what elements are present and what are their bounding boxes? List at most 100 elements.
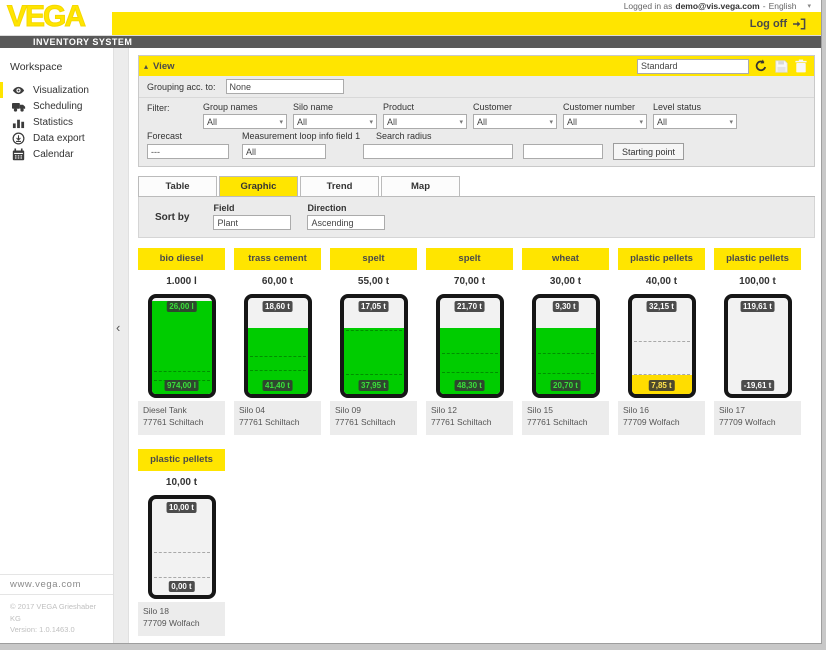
product-name: trass cement	[234, 248, 321, 270]
filter-column-level-status: Level status All▾	[653, 102, 743, 129]
filter-column-label: Customer number	[563, 102, 653, 112]
collapse-panel-icon[interactable]: ▴	[144, 62, 148, 71]
tab-trend[interactable]: Trend	[300, 176, 379, 196]
filter-column-label: Group names	[203, 102, 293, 112]
silo-graphic: 26,00 l974,00 l	[148, 294, 216, 398]
silo-card-silo-18[interactable]: plastic pellets10,00 t10,00 t0,00 tSilo …	[138, 449, 225, 636]
filter-customer-select[interactable]: All▾	[473, 114, 557, 129]
collapse-sidebar-icon[interactable]: ‹	[116, 320, 120, 335]
sidebar-collapse-strip: ‹	[113, 48, 129, 643]
silo-name: Silo 18	[143, 606, 220, 618]
save-view-icon[interactable]	[773, 58, 789, 74]
sidebar-item-scheduling[interactable]: Scheduling	[0, 98, 113, 114]
silo-card-silo-15[interactable]: wheat30,00 t9,30 t20,70 tSilo 1577761 Sc…	[522, 248, 609, 435]
silo-card-grid: bio diesel1.000 l26,00 l974,00 lDiesel T…	[138, 248, 815, 636]
reset-view-button[interactable]	[753, 58, 769, 74]
filter-column-label: Silo name	[293, 102, 383, 112]
silo-card-silo-12[interactable]: spelt70,00 t21,70 t48,30 tSilo 1277761 S…	[426, 248, 513, 435]
silo-location: 77761 Schiltach	[143, 417, 220, 429]
forecast-label: Forecast	[147, 131, 242, 141]
silo-card-silo-09[interactable]: spelt55,00 t17,05 t37,95 tSilo 0977761 S…	[330, 248, 417, 435]
app-title: INVENTORY SYSTEM	[33, 37, 132, 47]
stock-level-badge: 48,30 t	[454, 380, 485, 391]
stock-level-badge: 41,40 t	[262, 380, 293, 391]
stock-level-badge: 37,95 t	[358, 380, 389, 391]
filter-column-silo-name: Silo name All▾	[293, 102, 383, 129]
stock-level-badge: -19,61 t	[741, 380, 775, 391]
tab-graphic[interactable]: Graphic	[219, 176, 298, 196]
silo-footer: Silo 1277761 Schiltach	[426, 401, 513, 435]
delete-view-icon[interactable]	[793, 58, 809, 74]
filter-column-customer: CustomerAll▾	[473, 102, 563, 129]
silo-name: Silo 09	[335, 405, 412, 417]
radius-unit-select[interactable]	[523, 144, 603, 159]
filter-product-select[interactable]: All▾	[383, 114, 467, 129]
silo-name: Silo 16	[623, 405, 700, 417]
main-content: ▴ View Standard Grouping acc. to:	[129, 48, 821, 643]
grouping-select[interactable]: None	[226, 79, 344, 94]
logo-box[interactable]: VEGA	[0, 0, 112, 35]
sidebar-item-data-export[interactable]: Data export	[0, 130, 113, 146]
log-off-button[interactable]: Log off	[750, 18, 813, 30]
product-name: plastic pellets	[714, 248, 801, 270]
free-capacity-badge: 119,61 t	[740, 301, 775, 312]
top-strip: Logged in as demo@vis.vega.com - English…	[0, 0, 821, 12]
loop-info-select[interactable]: All	[242, 144, 326, 159]
silo-name: Silo 12	[431, 405, 508, 417]
sort-row: Sort by Field Plant Direction Ascending	[138, 197, 815, 238]
tab-bar: TableGraphicTrendMap	[138, 176, 815, 197]
eye-icon	[11, 84, 26, 97]
view-preset-select[interactable]: Standard	[637, 59, 749, 74]
log-off-icon	[791, 18, 806, 30]
copyright-block: © 2017 VEGA Grieshaber KG Version: 1.0.1…	[0, 595, 113, 635]
view-panel-header[interactable]: ▴ View Standard	[139, 56, 814, 76]
sidebar-item-visualization[interactable]: Visualization	[0, 82, 113, 98]
search-radius-label: Search radius	[376, 131, 432, 141]
silo-capacity: 70,00 t	[426, 270, 513, 294]
silo-card-silo-17[interactable]: plastic pellets100,00 t119,61 t-19,61 tS…	[714, 248, 801, 435]
sidebar-footer: www.vega.com © 2017 VEGA Grieshaber KG V…	[0, 574, 113, 635]
sidebar-item-label: Calendar	[33, 149, 74, 160]
product-name: spelt	[330, 248, 417, 270]
chevron-down-icon: ▾	[459, 118, 463, 126]
silo-graphic: 18,60 t41,40 t	[244, 294, 312, 398]
product-name: bio diesel	[138, 248, 225, 270]
silo-footer: Diesel Tank77761 Schiltach	[138, 401, 225, 435]
silo-capacity: 100,00 t	[714, 270, 801, 294]
sort-direction-select[interactable]: Ascending	[307, 215, 385, 230]
silo-card-silo-04[interactable]: trass cement60,00 t18,60 t41,40 tSilo 04…	[234, 248, 321, 435]
filter-column-group-names: Group names All▾	[203, 102, 293, 129]
product-name: plastic pellets	[138, 449, 225, 471]
starting-point-button[interactable]: Starting point	[613, 143, 684, 160]
silo-graphic: 9,30 t20,70 t	[532, 294, 600, 398]
filter-level-status-select[interactable]: All▾	[653, 114, 737, 129]
silo-capacity: 1.000 l	[138, 270, 225, 294]
workspace-label: Workspace	[0, 48, 113, 82]
sidebar-item-statistics[interactable]: Statistics	[0, 114, 113, 130]
search-radius-input[interactable]	[363, 144, 513, 159]
vega-website-link[interactable]: www.vega.com	[0, 574, 113, 595]
silo-location: 77709 Wolfach	[719, 417, 796, 429]
forecast-select[interactable]: ---	[147, 144, 229, 159]
silo-footer: Silo 1877709 Wolfach	[138, 602, 225, 636]
tab-table[interactable]: Table	[138, 176, 217, 196]
filter-column-label: Level status	[653, 102, 743, 112]
log-off-label: Log off	[750, 18, 787, 30]
logged-in-label: Logged in as	[624, 1, 673, 11]
filter-customer-number-select[interactable]: All▾	[563, 114, 647, 129]
language-select[interactable]: English	[769, 1, 797, 11]
chevron-down-icon[interactable]: ▾	[807, 2, 811, 10]
silo-card-diesel-tank[interactable]: bio diesel1.000 l26,00 l974,00 lDiesel T…	[138, 248, 225, 435]
tab-map[interactable]: Map	[381, 176, 460, 196]
silo-card-silo-16[interactable]: plastic pellets40,00 t32,15 t7,85 tSilo …	[618, 248, 705, 435]
free-capacity-badge: 26,00 l	[166, 301, 196, 312]
silo-footer: Silo 1677709 Wolfach	[618, 401, 705, 435]
silo-footer: Silo 0477761 Schiltach	[234, 401, 321, 435]
chevron-down-icon: ▾	[369, 118, 373, 126]
sidebar-item-label: Data export	[33, 133, 85, 144]
filter-group-names-select[interactable]: All▾	[203, 114, 287, 129]
product-name: spelt	[426, 248, 513, 270]
filter-silo-name-select[interactable]: All▾	[293, 114, 377, 129]
sidebar-item-calendar[interactable]: Calendar	[0, 146, 113, 162]
sort-field-select[interactable]: Plant	[213, 215, 291, 230]
